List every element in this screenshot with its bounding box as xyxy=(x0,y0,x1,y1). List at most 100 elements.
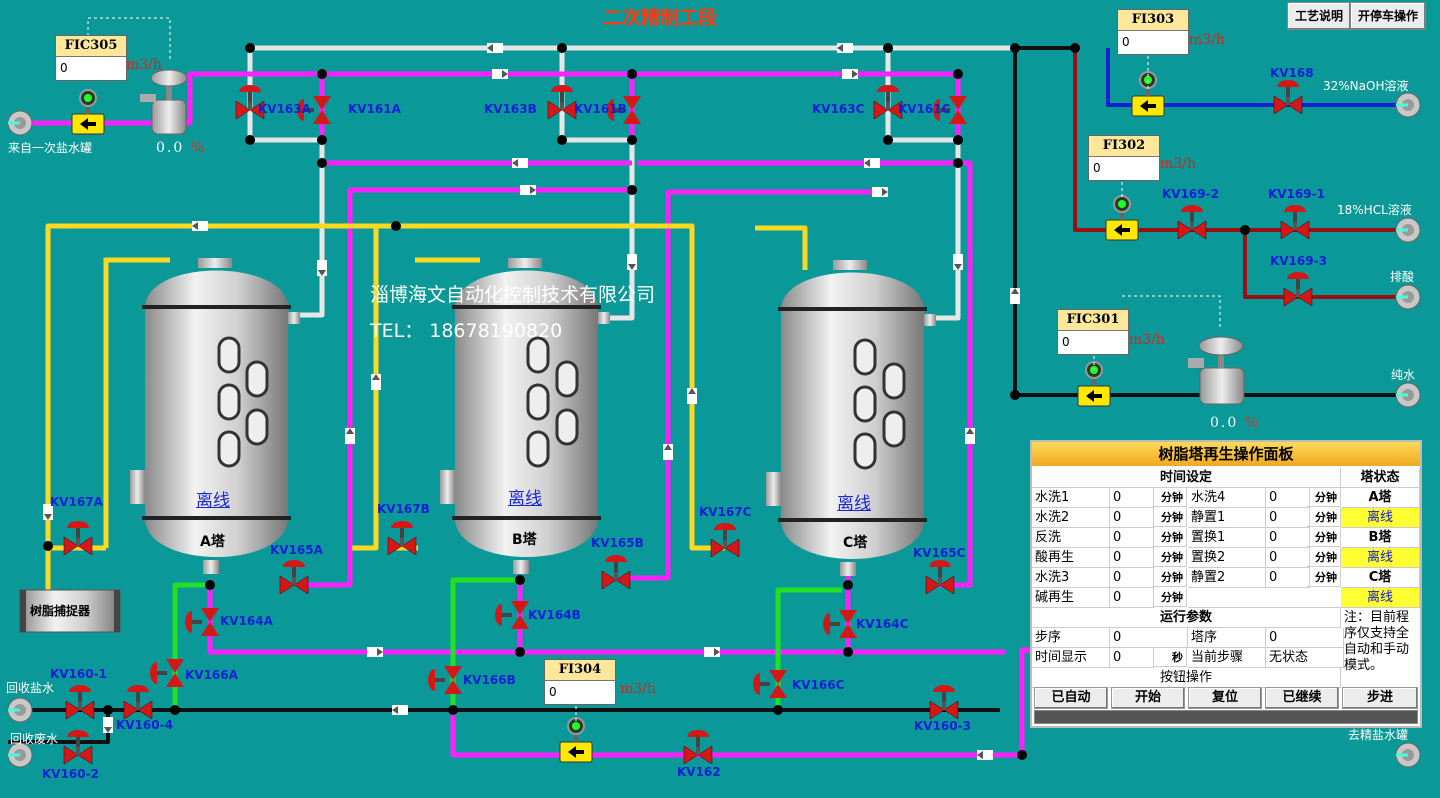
continue-button[interactable]: 已继续 xyxy=(1265,687,1339,709)
label-hcl: 18%HCL溶液 xyxy=(1337,203,1412,217)
tower-status-cell: 离线 xyxy=(1341,508,1420,528)
reset-button[interactable]: 复位 xyxy=(1188,687,1262,709)
step-name: 静置1 xyxy=(1188,508,1266,528)
valve-label: KV166A xyxy=(185,668,238,682)
tower-status-cell: A塔 xyxy=(1341,488,1420,508)
label-pure-water: 纯水 xyxy=(1391,368,1416,382)
fi302-tag: FI302 xyxy=(1089,136,1159,157)
instrument-fic301[interactable]: FIC301 0 xyxy=(1057,309,1129,355)
valve-label: KV167C xyxy=(699,505,752,519)
fic305-value: 0 xyxy=(60,61,68,75)
valve-label: KV166C xyxy=(792,678,845,692)
regeneration-panel: 树脂塔再生操作面板 时间设定 塔状态 水洗1 0 分钟 水洗4 0 分钟 A塔 水洗2 0 分钟静… xyxy=(1030,440,1422,728)
progress-bar xyxy=(1034,710,1418,724)
step-minutes[interactable]: 0 xyxy=(1110,588,1154,608)
valve-label: KV160-4 xyxy=(116,718,173,732)
valve-label: KV164C xyxy=(856,617,909,631)
valve-kv164c xyxy=(823,610,857,638)
run-params-header: 运行参数 xyxy=(1032,608,1341,628)
panel-row: 反洗 0 分钟 置换1 0 分钟 B塔 xyxy=(1032,528,1420,548)
empty-cell xyxy=(1188,588,1342,608)
panel-title: 树脂塔再生操作面板 xyxy=(1032,442,1420,466)
tower-status-cell: B塔 xyxy=(1341,528,1420,548)
step-name: 水洗3 xyxy=(1032,568,1110,588)
instrument-fi303[interactable]: FI303 0 xyxy=(1117,9,1189,55)
valve-kv164a xyxy=(185,608,219,636)
label-recycle-brine: 回收盐水 xyxy=(6,681,55,695)
valve-label: KV161B xyxy=(574,102,627,116)
instrument-fi304[interactable]: FI304 0 xyxy=(544,659,616,705)
label-inlet: 来自一次盐水罐 xyxy=(8,141,93,155)
unit-min: 分钟 xyxy=(1307,548,1341,567)
step-button[interactable]: 步进 xyxy=(1342,687,1418,709)
tower-b-status-link[interactable]: 离线 xyxy=(508,484,542,509)
step-minutes[interactable]: 0 xyxy=(1110,488,1154,508)
tower-c-vessel xyxy=(766,260,936,576)
watermark-company: 淄博海文自动化控制技术有限公司 xyxy=(370,284,656,306)
valve-label: KV169-3 xyxy=(1270,254,1327,268)
button-ops-header: 按钮操作 xyxy=(1032,668,1341,688)
step-minutes[interactable]: 0 xyxy=(1266,488,1310,508)
tower-c-status-link[interactable]: 离线 xyxy=(837,489,871,514)
flowmeter-fi302 xyxy=(1105,195,1139,241)
unit-min: 分钟 xyxy=(1153,488,1187,507)
valve-label: KV165C xyxy=(913,546,966,560)
step-name: 置换2 xyxy=(1188,548,1266,568)
auto-button[interactable]: 已自动 xyxy=(1034,687,1108,709)
process-desc-button[interactable]: 工艺说明 xyxy=(1287,2,1351,30)
valve-label: KV163C xyxy=(812,102,865,116)
fic305-tag: FIC305 xyxy=(56,36,126,57)
valve-kv162 xyxy=(683,729,713,765)
panel-row: 水洗2 0 分钟 静置1 0 分钟 离线 xyxy=(1032,508,1420,528)
step-name: 水洗4 xyxy=(1188,488,1266,508)
valve-label: KV161A xyxy=(348,102,401,116)
step-minutes[interactable]: 0 xyxy=(1110,528,1154,548)
step-minutes[interactable]: 0 xyxy=(1266,568,1310,588)
valve-label: KV160-3 xyxy=(914,719,971,733)
valve-label: KV169-2 xyxy=(1162,187,1219,201)
valve-kv165c xyxy=(925,559,955,595)
step-minutes[interactable]: 0 xyxy=(1110,548,1154,568)
tower-a-vessel xyxy=(130,258,300,574)
fic301-unit: m3/h xyxy=(1129,332,1165,348)
current-step-value: 无状态 xyxy=(1266,648,1344,668)
valve-kv169-3 xyxy=(1283,271,1313,307)
unit-min: 分钟 xyxy=(1153,548,1187,567)
step-minutes[interactable]: 0 xyxy=(1110,568,1154,588)
panel-row: 水洗1 0 分钟 水洗4 0 分钟 A塔 xyxy=(1032,488,1420,508)
flowmeter-fi303 xyxy=(1131,71,1165,117)
step-name: 静置2 xyxy=(1188,568,1266,588)
valve-label: KV160-1 xyxy=(50,667,107,681)
valve-label: KV164A xyxy=(220,614,273,628)
step-minutes[interactable]: 0 xyxy=(1266,508,1310,528)
label-acid-drain: 排酸 xyxy=(1390,270,1415,284)
flowmeter-fic305 xyxy=(71,89,105,135)
tower-status-header: 塔状态 xyxy=(1341,468,1420,488)
step-minutes[interactable]: 0 xyxy=(1266,528,1310,548)
valve-label: KV166B xyxy=(463,673,516,687)
start-button[interactable]: 开始 xyxy=(1111,687,1185,709)
step-minutes[interactable]: 0 xyxy=(1266,548,1310,568)
valve-label: KV161C xyxy=(898,102,951,116)
tower-a-name: A塔 xyxy=(200,534,225,550)
valve-kv166b xyxy=(428,666,462,694)
label-recycle-waste: 回收废水 xyxy=(10,732,59,746)
fi303-unit: m3/h xyxy=(1189,32,1225,48)
valve-kv165b xyxy=(601,554,631,590)
tower-a-status-link[interactable]: 离线 xyxy=(196,486,230,511)
tower-c-name: C塔 xyxy=(843,535,868,551)
unit-min: 分钟 xyxy=(1307,508,1341,527)
step-name: 水洗1 xyxy=(1032,488,1110,508)
instrument-fi302[interactable]: FI302 0 xyxy=(1088,135,1160,181)
instrument-fic305[interactable]: FIC305 0 xyxy=(55,35,127,81)
fi304-unit: m3/h xyxy=(620,681,656,697)
time-setting-header: 时间设定 xyxy=(1032,468,1341,488)
valve-label: KV167B xyxy=(377,502,430,516)
step-label: 步序 xyxy=(1032,628,1110,648)
panel-row: 碱再生 0 分钟 离线 xyxy=(1032,588,1420,608)
fi303-tag: FI303 xyxy=(1118,10,1188,31)
step-minutes[interactable]: 0 xyxy=(1110,508,1154,528)
step-name: 置换1 xyxy=(1188,528,1266,548)
valve-kv166a xyxy=(150,659,184,687)
start-stop-button[interactable]: 开停车操作 xyxy=(1350,2,1426,30)
